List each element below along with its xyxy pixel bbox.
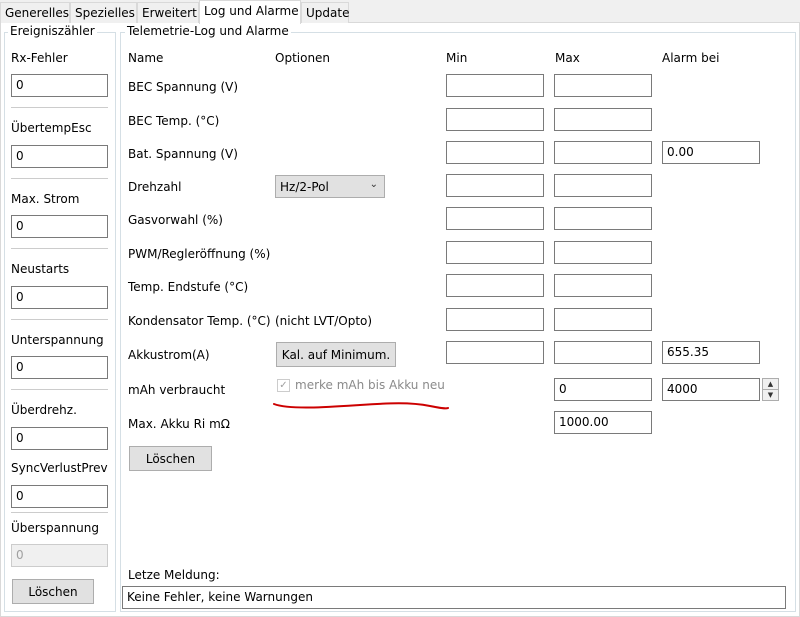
spin-down-icon[interactable]: ▼ <box>763 390 778 401</box>
rx-fehler-field[interactable]: 0 <box>11 74 108 97</box>
row-label-temp-endstufe: Temp. Endstufe (°C) <box>128 280 249 294</box>
event-counter-title: Ereigniszähler <box>8 24 97 38</box>
ueberdrehz-label: Überdrehz. <box>11 403 77 417</box>
row-label-bec-spannung: BEC Spannung (V) <box>128 80 239 94</box>
bec-spannung-min[interactable] <box>446 74 544 97</box>
bat-spannung-max[interactable] <box>554 141 652 164</box>
tab-bar: Generelles Spezielles Erweitert Log und … <box>0 0 800 24</box>
akkustrom-alarm[interactable]: 655.35 <box>662 341 760 364</box>
uebertemp-esc-field[interactable]: 0 <box>11 145 108 168</box>
mah-verbraucht-max[interactable]: 0 <box>554 378 652 401</box>
row-label-bec-temp: BEC Temp. (°C) <box>128 114 220 128</box>
kondensator-option-note: (nicht LVT/Opto) <box>275 314 373 328</box>
max-strom-field[interactable]: 0 <box>11 215 108 238</box>
separator <box>11 512 108 513</box>
chevron-down-icon: ⌄ <box>369 179 378 190</box>
unterspannung-field[interactable]: 0 <box>11 356 108 379</box>
neustarts-label: Neustarts <box>11 262 70 276</box>
separator <box>11 178 108 179</box>
merke-mah-checkbox: ✓ <box>277 379 290 392</box>
tab-generelles[interactable]: Generelles <box>0 2 70 23</box>
tab-log-und-alarme[interactable]: Log und Alarme <box>199 0 301 24</box>
bat-spannung-alarm[interactable]: 0.00 <box>662 141 760 164</box>
tab-erweitert[interactable]: Erweitert <box>137 2 199 23</box>
row-label-pwm: PWM/Regleröffnung (%) <box>128 247 271 261</box>
ueberspannung-field: 0 <box>11 544 108 567</box>
row-label-drehzahl: Drehzahl <box>128 180 182 194</box>
sync-verlust-prev-field[interactable]: 0 <box>11 485 108 508</box>
separator <box>11 248 108 249</box>
rx-fehler-label: Rx-Fehler <box>11 51 68 65</box>
tab-spezielles[interactable]: Spezielles <box>70 2 137 23</box>
akkustrom-max[interactable] <box>554 341 652 364</box>
header-max: Max <box>555 51 580 65</box>
bat-spannung-min[interactable] <box>446 141 544 164</box>
bec-spannung-max[interactable] <box>554 74 652 97</box>
separator <box>11 107 108 108</box>
spin-up-icon[interactable]: ▲ <box>763 379 778 390</box>
telemetry-clear-button[interactable]: Löschen <box>129 446 212 471</box>
last-message-label: Letze Meldung: <box>128 568 220 582</box>
mah-verbraucht-alarm[interactable]: 4000 <box>662 378 760 401</box>
bec-temp-min[interactable] <box>446 108 544 131</box>
last-message-field[interactable]: Keine Fehler, keine Warnungen <box>122 586 786 609</box>
separator <box>11 389 108 390</box>
drehzahl-unit-select[interactable]: Hz/2-Pol ⌄ <box>275 175 385 198</box>
kondensator-temp-max[interactable] <box>554 308 652 331</box>
pwm-min[interactable] <box>446 241 544 264</box>
ueberspannung-label: Überspannung <box>11 521 99 535</box>
ueberdrehz-field[interactable]: 0 <box>11 427 108 450</box>
row-label-akkustrom: Akkustrom(A) <box>128 348 210 362</box>
neustarts-field[interactable]: 0 <box>11 286 108 309</box>
temp-endstufe-max[interactable] <box>554 274 652 297</box>
kondensator-temp-min[interactable] <box>446 308 544 331</box>
pwm-max[interactable] <box>554 241 652 264</box>
row-label-kondensator-temp: Kondensator Temp. (°C) <box>128 314 271 328</box>
row-label-gasvorwahl: Gasvorwahl (%) <box>128 213 223 227</box>
max-strom-label: Max. Strom <box>11 192 80 206</box>
header-alarm: Alarm bei <box>662 51 720 65</box>
max-akku-ri-field[interactable]: 1000.00 <box>554 411 652 434</box>
telemetry-title: Telemetrie-Log und Alarme <box>125 24 291 38</box>
uebertemp-esc-label: ÜbertempEsc <box>11 121 92 135</box>
gasvorwahl-min[interactable] <box>446 207 544 230</box>
event-counter-clear-button[interactable]: Löschen <box>12 579 94 604</box>
bec-temp-max[interactable] <box>554 108 652 131</box>
mah-alarm-spinner[interactable]: ▲ ▼ <box>762 378 779 401</box>
row-label-bat-spannung: Bat. Spannung (V) <box>128 147 238 161</box>
akkustrom-min[interactable] <box>446 341 544 364</box>
kal-auf-minimum-button[interactable]: Kal. auf Minimum. <box>276 342 396 367</box>
drehzahl-max[interactable] <box>554 174 652 197</box>
header-min: Min <box>446 51 468 65</box>
row-label-max-akku-ri: Max. Akku Ri mΩ <box>128 417 230 431</box>
header-name: Name <box>128 51 164 65</box>
temp-endstufe-min[interactable] <box>446 274 544 297</box>
separator <box>11 319 108 320</box>
header-options: Optionen <box>275 51 331 65</box>
red-underline-annotation <box>273 402 449 410</box>
sync-verlust-prev-label: SyncVerlustPrev <box>11 461 108 475</box>
row-label-mah-verbraucht: mAh verbraucht <box>128 383 226 397</box>
merke-mah-label: merke mAh bis Akku neu <box>295 378 445 392</box>
gasvorwahl-max[interactable] <box>554 207 652 230</box>
unterspannung-label: Unterspannung <box>11 333 104 347</box>
tab-update[interactable]: Update <box>301 2 349 23</box>
drehzahl-min[interactable] <box>446 174 544 197</box>
